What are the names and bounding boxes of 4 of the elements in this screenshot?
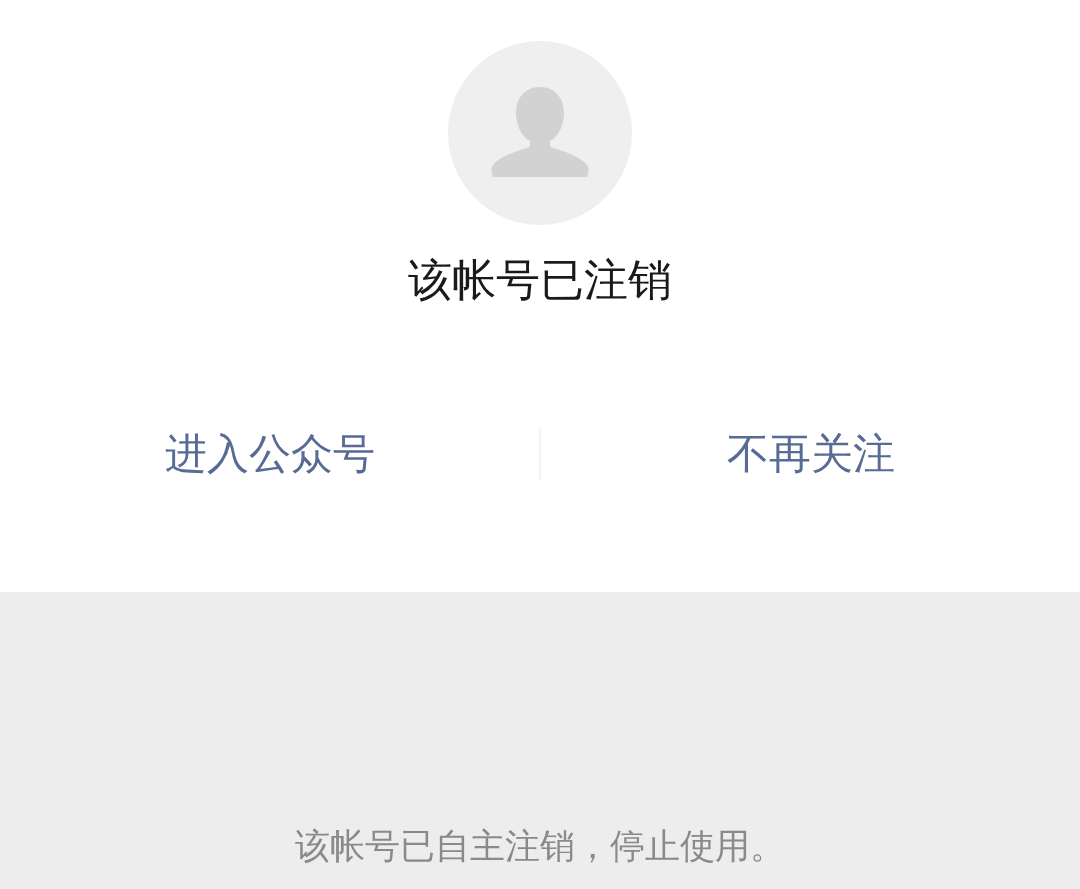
notice-text: 该帐号已自主注销，停止使用。 [295,825,785,868]
account-status-title: 该帐号已注销 [408,253,672,307]
action-link[interactable]: 进入公众号 [0,426,539,482]
action-link[interactable]: 不再关注 [541,426,1080,482]
